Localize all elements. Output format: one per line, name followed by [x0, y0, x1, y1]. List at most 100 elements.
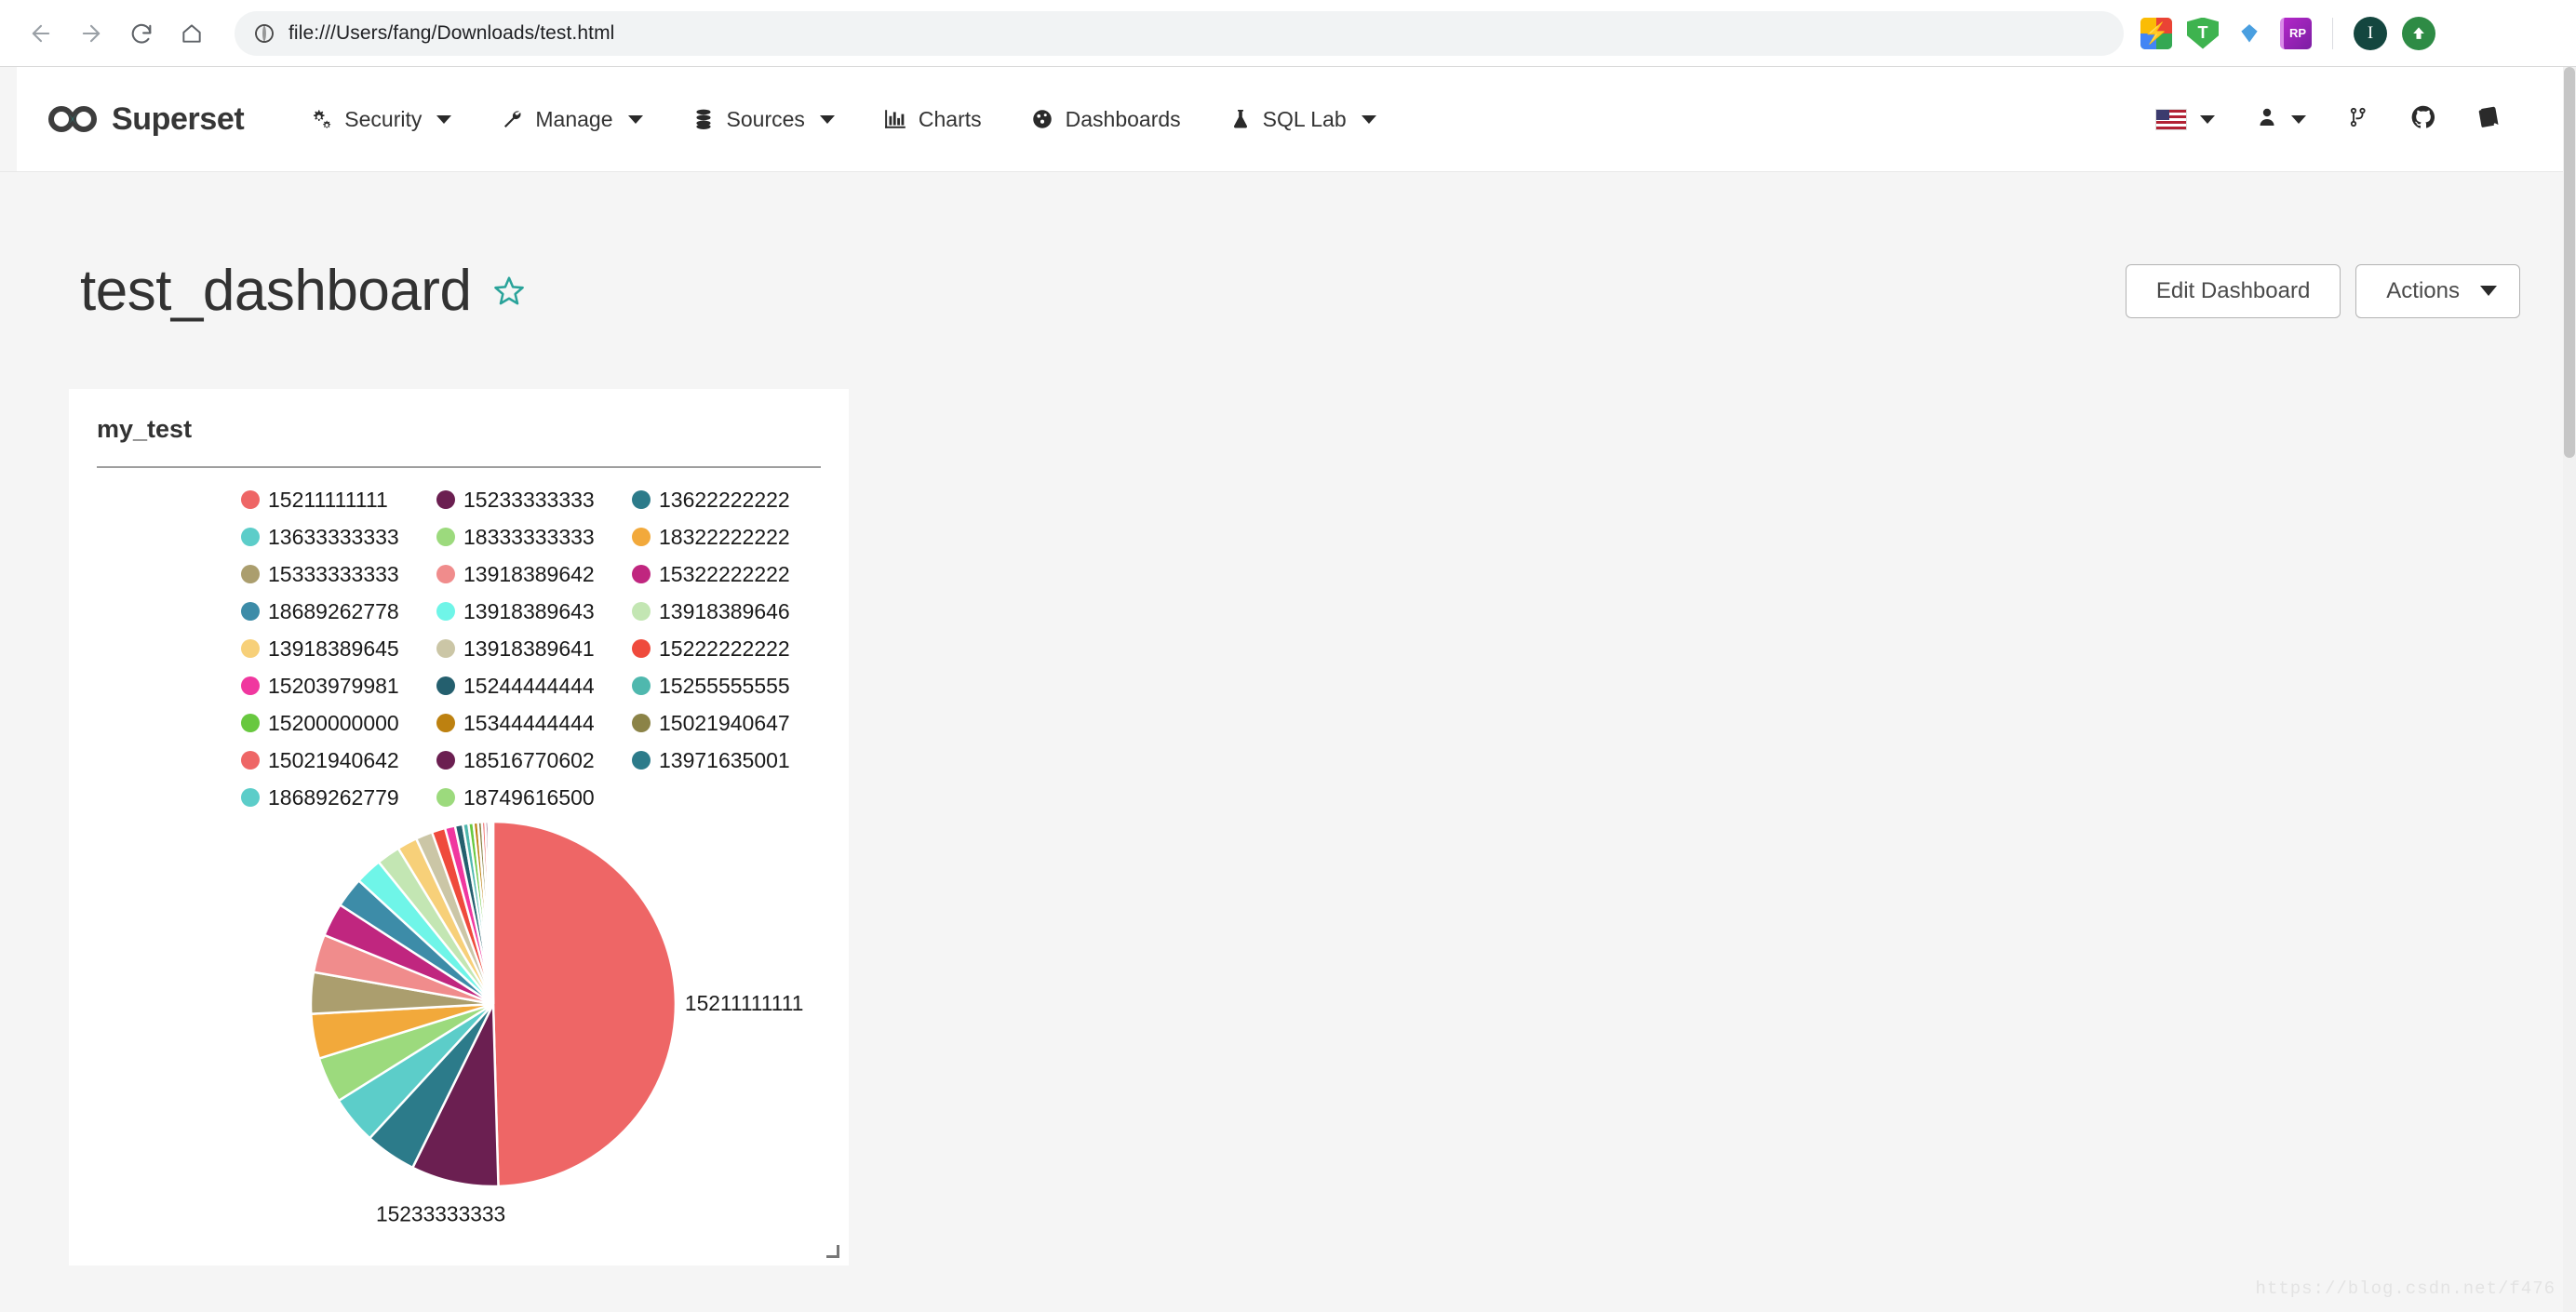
legend-item-label: 13971635001 [659, 747, 790, 772]
nav-item-sql-lab[interactable]: SQL Lab [1205, 67, 1401, 172]
legend-item[interactable]: 18749616500 [436, 779, 632, 816]
page-scrollbar-thumb[interactable] [2564, 67, 2575, 458]
legend-item-label: 13918389643 [463, 598, 595, 623]
legend-item-label: 15222222222 [659, 636, 790, 661]
reload-button[interactable] [121, 13, 162, 54]
book-icon [2477, 104, 2503, 135]
legend-item[interactable]: 13918389642 [436, 556, 632, 593]
legend-item[interactable]: 13633333333 [241, 518, 436, 556]
legend-item[interactable]: 13918389646 [632, 593, 827, 630]
legend-item[interactable]: 15203979981 [241, 667, 436, 704]
legend-item[interactable]: 15021940642 [241, 742, 436, 779]
legend-item[interactable]: 13918389643 [436, 593, 632, 630]
legend-item[interactable]: 15021940647 [632, 704, 827, 742]
nav-item-dashboards[interactable]: Dashboards [1006, 67, 1205, 172]
back-button[interactable] [20, 13, 61, 54]
legend-color-swatch [436, 528, 455, 547]
legend-item[interactable]: 15344444444 [436, 704, 632, 742]
legend-item[interactable]: 15222222222 [632, 630, 827, 667]
superset-logo-icon [47, 105, 99, 133]
database-icon [691, 107, 716, 131]
legend-item-label: 13633333333 [268, 524, 399, 549]
legend-item-label: 13918389642 [463, 561, 595, 586]
superset-brand[interactable]: Superset [47, 100, 245, 138]
legend-color-swatch [632, 490, 651, 510]
vysor-icon[interactable] [2234, 18, 2265, 49]
axure-rp-icon[interactable]: RP [2280, 17, 2312, 49]
legend-color-swatch [632, 751, 651, 770]
browser-nav-buttons [20, 13, 212, 54]
update-icon[interactable] [2402, 16, 2435, 50]
legend-item-label: 15211111111 [268, 487, 388, 512]
star-outline-icon[interactable] [491, 274, 527, 309]
nav-item-sources[interactable]: Sources [667, 67, 859, 172]
legend-item[interactable]: 15255555555 [632, 667, 827, 704]
profile-avatar[interactable]: I [2354, 16, 2387, 50]
language-selector[interactable] [2135, 67, 2235, 172]
superset-brand-label: Superset [112, 100, 245, 137]
legend-item[interactable]: 15211111111 [241, 481, 436, 518]
legend-item[interactable]: 18689262778 [241, 593, 436, 630]
legend-item[interactable]: 13622222222 [632, 481, 827, 518]
legend-item[interactable]: 18322222222 [632, 518, 827, 556]
nav-item-security[interactable]: Security [285, 67, 476, 172]
google-translate-icon[interactable]: ⚡ [2140, 17, 2172, 49]
pie-slice[interactable] [491, 820, 678, 1188]
legend-item[interactable]: 13918389641 [436, 630, 632, 667]
nav-item-manage[interactable]: Manage [476, 67, 666, 172]
chart-resize-handle[interactable] [825, 1243, 839, 1259]
legend-item-label: 13918389646 [659, 598, 790, 623]
chart-title[interactable]: my_test [97, 415, 849, 444]
legend-color-swatch [241, 676, 260, 696]
legend-color-swatch [241, 565, 260, 584]
chevron-down-icon [2291, 114, 2306, 124]
legend-color-swatch [436, 602, 455, 622]
legend-color-swatch [632, 639, 651, 659]
nav-item-label: SQL Lab [1262, 106, 1347, 131]
nav-item-charts[interactable]: Charts [859, 67, 1006, 172]
legend-item[interactable]: 18516770602 [436, 742, 632, 779]
tampermonkey-icon[interactable]: T [2187, 17, 2219, 49]
user-menu[interactable] [2235, 67, 2327, 172]
legend-item[interactable]: 13918389645 [241, 630, 436, 667]
address-bar[interactable]: file:///Users/fang/Downloads/test.html [235, 10, 2124, 56]
version-branch[interactable] [2327, 67, 2390, 172]
legend-item-label: 15021940647 [659, 710, 790, 735]
legend-color-swatch [241, 714, 260, 733]
page-scrollbar[interactable] [2563, 67, 2576, 1312]
chevron-down-icon [2200, 114, 2215, 124]
home-button[interactable] [171, 13, 212, 54]
edit-dashboard-button[interactable]: Edit Dashboard [2125, 263, 2341, 318]
chevron-down-icon [1361, 114, 1376, 124]
legend-item-label: 18516770602 [463, 747, 595, 772]
legend-color-swatch [632, 565, 651, 584]
legend-item[interactable]: 15333333333 [241, 556, 436, 593]
legend-item-label: 15203979981 [268, 673, 399, 698]
legend-color-swatch [241, 490, 260, 510]
pie-slice[interactable] [490, 820, 495, 1005]
legend-item[interactable]: 15322222222 [632, 556, 827, 593]
legend-item[interactable]: 18689262779 [241, 779, 436, 816]
legend-item[interactable]: 15200000000 [241, 704, 436, 742]
legend-color-swatch [241, 528, 260, 547]
legend-item-label: 18322222222 [659, 524, 790, 549]
legend-item[interactable]: 13971635001 [632, 742, 827, 779]
legend-item[interactable]: 18333333333 [436, 518, 632, 556]
legend-item-label: 13918389645 [268, 636, 399, 661]
legend-color-swatch [241, 788, 260, 808]
legend-color-swatch [632, 602, 651, 622]
legend-color-swatch [436, 676, 455, 696]
legend-color-swatch [241, 602, 260, 622]
documentation-link[interactable] [2457, 67, 2524, 172]
pie-chart-svg[interactable]: 15211111111 15233333333 [309, 820, 803, 1226]
nav-item-label: Dashboards [1065, 106, 1181, 131]
legend-color-swatch [436, 714, 455, 733]
legend-item[interactable]: 15244444444 [436, 667, 632, 704]
actions-dropdown-button[interactable]: Actions [2355, 263, 2520, 318]
forward-button[interactable] [71, 13, 112, 54]
github-link[interactable] [2390, 67, 2457, 172]
legend-item[interactable]: 15233333333 [436, 481, 632, 518]
legend-color-swatch [436, 751, 455, 770]
nav-item-label: Sources [726, 106, 805, 131]
legend-item-label: 18749616500 [463, 784, 595, 810]
